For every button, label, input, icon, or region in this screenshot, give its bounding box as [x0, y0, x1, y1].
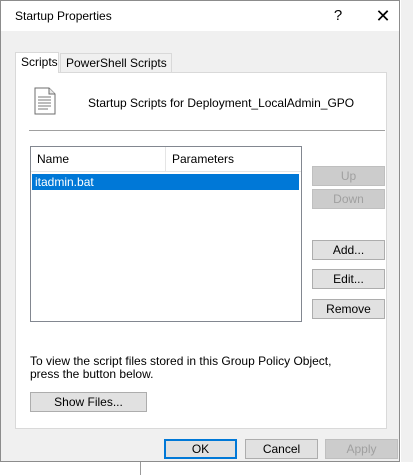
window-title: Startup Properties [15, 9, 112, 23]
info-text: To view the script files stored in this … [30, 354, 332, 381]
down-button[interactable]: Down [312, 189, 385, 209]
edit-button[interactable]: Edit... [312, 269, 385, 289]
cancel-button[interactable]: Cancel [245, 439, 318, 459]
ok-button[interactable]: OK [164, 439, 237, 459]
show-files-button[interactable]: Show Files... [30, 392, 147, 412]
tab-scripts[interactable]: Scripts [15, 52, 59, 73]
scripts-tab-panel: Startup Scripts for Deployment_LocalAdmi… [15, 72, 387, 429]
remove-button[interactable]: Remove [312, 299, 385, 319]
background-divider [140, 462, 141, 475]
list-item[interactable]: itadmin.bat [32, 174, 299, 190]
background-window-bottom [0, 462, 413, 475]
tab-powershell-scripts[interactable]: PowerShell Scripts [60, 53, 172, 72]
script-file-icon [34, 87, 56, 115]
add-button[interactable]: Add... [312, 240, 385, 260]
background-window-edge [401, 0, 413, 475]
column-header-parameters[interactable]: Parameters [166, 147, 301, 171]
help-button[interactable]: ? [323, 4, 353, 28]
up-button[interactable]: Up [312, 166, 385, 186]
column-header-name[interactable]: Name [31, 147, 166, 171]
list-header: Name Parameters [31, 147, 301, 172]
scripts-list[interactable]: Name Parameters itadmin.bat [30, 146, 302, 322]
apply-button[interactable]: Apply [325, 439, 398, 459]
separator [29, 130, 385, 131]
panel-header: Startup Scripts for Deployment_LocalAdmi… [88, 96, 355, 110]
title-bar: Startup Properties ? ✕ [1, 1, 399, 31]
close-button[interactable]: ✕ [368, 4, 398, 28]
startup-properties-dialog: Startup Properties ? ✕ Scripts PowerShel… [0, 0, 400, 462]
